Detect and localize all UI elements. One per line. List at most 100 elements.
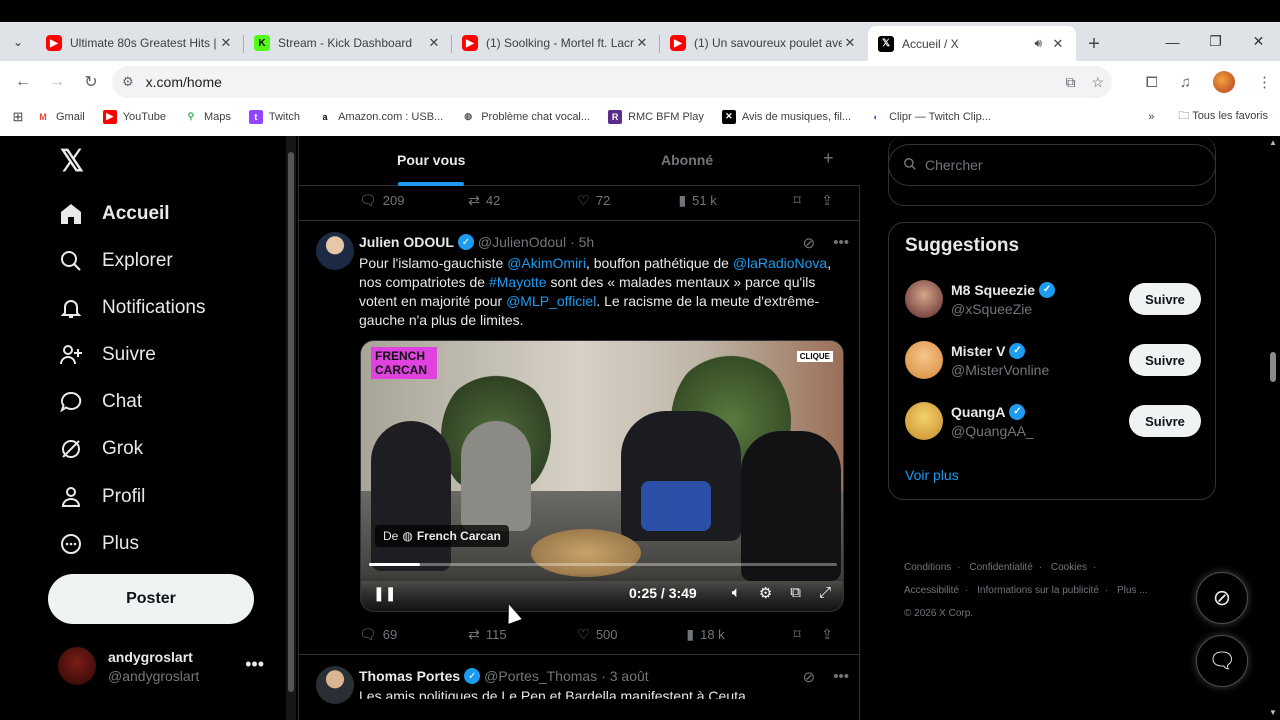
bookmark-button[interactable]: ⌑ — [794, 192, 822, 209]
grok-icon[interactable]: ⊘ — [803, 234, 816, 252]
account-switcher[interactable]: andygroslart @andygroslart ••• — [58, 642, 270, 690]
browser-tab-active[interactable]: 𝕏 Accueil / X 🔊︎ ✕ — [868, 26, 1076, 61]
nav-item-profil[interactable]: Profil — [58, 483, 145, 511]
browser-tab[interactable]: ▶ (1) Soolking - Mortel ft. Lacrim ✕ — [452, 26, 660, 60]
apps-grid-icon[interactable]: ⊞ — [0, 109, 36, 125]
nav-item-chat[interactable]: Chat — [58, 388, 142, 416]
suggestion-item[interactable]: Mister V ✓ @MisterVonline Suivre — [905, 338, 1201, 382]
close-icon[interactable]: ✕ — [218, 35, 234, 51]
search-input[interactable]: Chercher — [888, 144, 1216, 186]
tweet-author-handle[interactable]: @JulienOdoul — [478, 234, 566, 250]
mention-link[interactable]: @laRadioNova — [733, 255, 827, 271]
chat-floating-button[interactable]: 🗨︎ — [1196, 635, 1248, 687]
settings-icon[interactable]: ⚙ — [759, 584, 772, 602]
tweet-author-name[interactable]: Julien ODOUL — [359, 234, 454, 250]
suggestion-item[interactable]: QuangA ✓ @QuangAA_ Suivre — [905, 399, 1201, 443]
suggestion-item[interactable]: M8 Squeezie ✓ @xSqueeZie Suivre — [905, 277, 1201, 321]
scroll-up-icon[interactable]: ▲ — [1269, 138, 1277, 147]
media-control-icon[interactable]: ♫ — [1180, 74, 1191, 91]
bookmark-avis[interactable]: ✕ Avis de musiques, fil... — [721, 109, 851, 124]
bookmark-clipr[interactable]: ◐ Clipr — Twitch Clip... — [869, 110, 991, 124]
nav-item-notifications[interactable]: Notifications — [58, 294, 206, 322]
all-bookmarks-button[interactable]: 🗀︎ Tous les favoris — [1178, 107, 1268, 126]
footer-link-more[interactable]: Plus ... — [1117, 585, 1148, 596]
new-tab-button[interactable]: + — [1076, 27, 1112, 61]
nav-item-explorer[interactable]: Explorer — [58, 247, 173, 275]
reload-button[interactable]: ↻ — [74, 65, 108, 99]
star-icon[interactable]: ☆ — [1091, 74, 1104, 91]
footer-link-privacy[interactable]: Confidentialité — [969, 562, 1032, 573]
follow-button[interactable]: Suivre — [1129, 283, 1201, 315]
pause-icon[interactable]: ❚❚ — [373, 585, 396, 602]
browser-tab[interactable]: ▶ Ultimate 80s Greatest Hits | N ✕ — [36, 26, 244, 60]
share-button[interactable]: ⇪ — [821, 192, 839, 209]
speaker-icon[interactable]: 🔊︎ — [1034, 36, 1042, 51]
browser-tab[interactable]: K Stream - Kick Dashboard ✕ — [244, 26, 452, 60]
reply-button[interactable]: 🗨︎ 69 — [359, 626, 468, 643]
more-horizontal-icon[interactable]: ••• — [833, 668, 849, 686]
tab-search-button[interactable]: ⌄ — [0, 22, 36, 61]
avatar[interactable] — [316, 666, 354, 704]
sidebar-scrollbar[interactable] — [286, 136, 296, 720]
pip-icon[interactable]: ⧉ — [790, 584, 801, 602]
follow-button[interactable]: Suivre — [1129, 344, 1201, 376]
close-window-icon[interactable]: ✕ — [1237, 22, 1280, 61]
repost-button[interactable]: ⇄ 42 — [468, 192, 577, 209]
see-more-link[interactable]: Voir plus — [905, 467, 959, 483]
mention-link[interactable]: @AkimOmiri — [507, 255, 586, 271]
video-progress-bar[interactable] — [369, 563, 837, 566]
bookmark-youtube[interactable]: ▶ YouTube — [102, 109, 166, 124]
kebab-menu-icon[interactable]: ⋮ — [1257, 73, 1272, 91]
like-button[interactable]: ♡ 72 — [577, 192, 678, 209]
nav-item-suivre[interactable]: Suivre — [58, 341, 156, 369]
bookmark-button[interactable]: ⌑ — [794, 626, 822, 643]
avatar[interactable] — [316, 232, 354, 270]
nav-item-plus[interactable]: Plus — [58, 530, 139, 558]
views-button[interactable]: ▮ 18 k — [686, 626, 793, 643]
mention-link[interactable]: @MLP_officiel — [506, 293, 596, 309]
footer-link-conditions[interactable]: Conditions — [904, 562, 951, 573]
tweet-author-handle[interactable]: @Portes_Thomas — [484, 668, 597, 684]
page-scrollbar[interactable]: ▲ ▼ — [1266, 136, 1280, 720]
site-info-icon[interactable]: ⚙ — [122, 74, 134, 90]
video-player[interactable]: FRENCH CARCAN CLIQUE De ◍ French Carcan … — [360, 340, 844, 612]
close-icon[interactable]: ✕ — [634, 35, 650, 51]
tab-following[interactable]: Abonné — [661, 152, 713, 168]
bookmark-twitch[interactable]: t Twitch — [248, 109, 300, 124]
scrollbar-thumb[interactable] — [288, 152, 294, 692]
views-button[interactable]: ▮ 51 k — [678, 192, 793, 209]
grok-icon[interactable]: ⊘ — [803, 668, 816, 686]
hashtag-link[interactable]: #Mayotte — [489, 274, 547, 290]
tab-for-you[interactable]: Pour vous — [397, 152, 465, 168]
restore-icon[interactable]: ❐ — [1194, 22, 1237, 61]
bookmark-gmail[interactable]: M Gmail — [36, 110, 84, 124]
tweet-time[interactable]: · 5h — [570, 234, 594, 250]
fullscreen-icon[interactable]: ⤢ — [819, 584, 831, 602]
scrollbar-thumb[interactable] — [1270, 352, 1276, 382]
bookmark-amazon[interactable]: a Amazon.com : USB... — [318, 110, 444, 124]
scroll-down-icon[interactable]: ▼ — [1269, 708, 1277, 717]
minimize-icon[interactable]: — — [1151, 22, 1194, 61]
install-app-icon[interactable]: ⧉ — [1065, 74, 1075, 91]
share-button[interactable]: ⇪ — [821, 626, 839, 643]
extensions-icon[interactable]: ⧠ — [1146, 74, 1158, 91]
close-icon[interactable]: ✕ — [842, 35, 858, 51]
forward-button[interactable]: → — [40, 65, 74, 99]
grok-floating-button[interactable]: ⊘ — [1196, 572, 1248, 624]
nav-item-accueil[interactable]: Accueil — [58, 200, 170, 228]
post-button[interactable]: Poster — [48, 574, 254, 624]
tweet-author-name[interactable]: Thomas Portes — [359, 668, 460, 684]
reply-button[interactable]: 🗨︎ 209 — [359, 192, 468, 209]
footer-link-cookies[interactable]: Cookies — [1051, 562, 1087, 573]
browser-tab[interactable]: ▶ (1) Un savoureux poulet avec ✕ — [660, 26, 868, 60]
footer-link-accessibility[interactable]: Accessibilité — [904, 585, 959, 596]
bookmark-maps[interactable]: ⚲ Maps — [184, 110, 231, 124]
tweet-time[interactable]: · 3 août — [601, 668, 648, 684]
close-icon[interactable]: ✕ — [1050, 36, 1066, 52]
more-horizontal-icon[interactable]: ••• — [245, 654, 264, 675]
video-source-pill[interactable]: De ◍ French Carcan — [375, 525, 509, 547]
footer-link-ads-info[interactable]: Informations sur la publicité — [977, 585, 1099, 596]
back-button[interactable]: ← — [6, 65, 40, 99]
follow-button[interactable]: Suivre — [1129, 405, 1201, 437]
plus-icon[interactable]: + — [823, 148, 834, 169]
